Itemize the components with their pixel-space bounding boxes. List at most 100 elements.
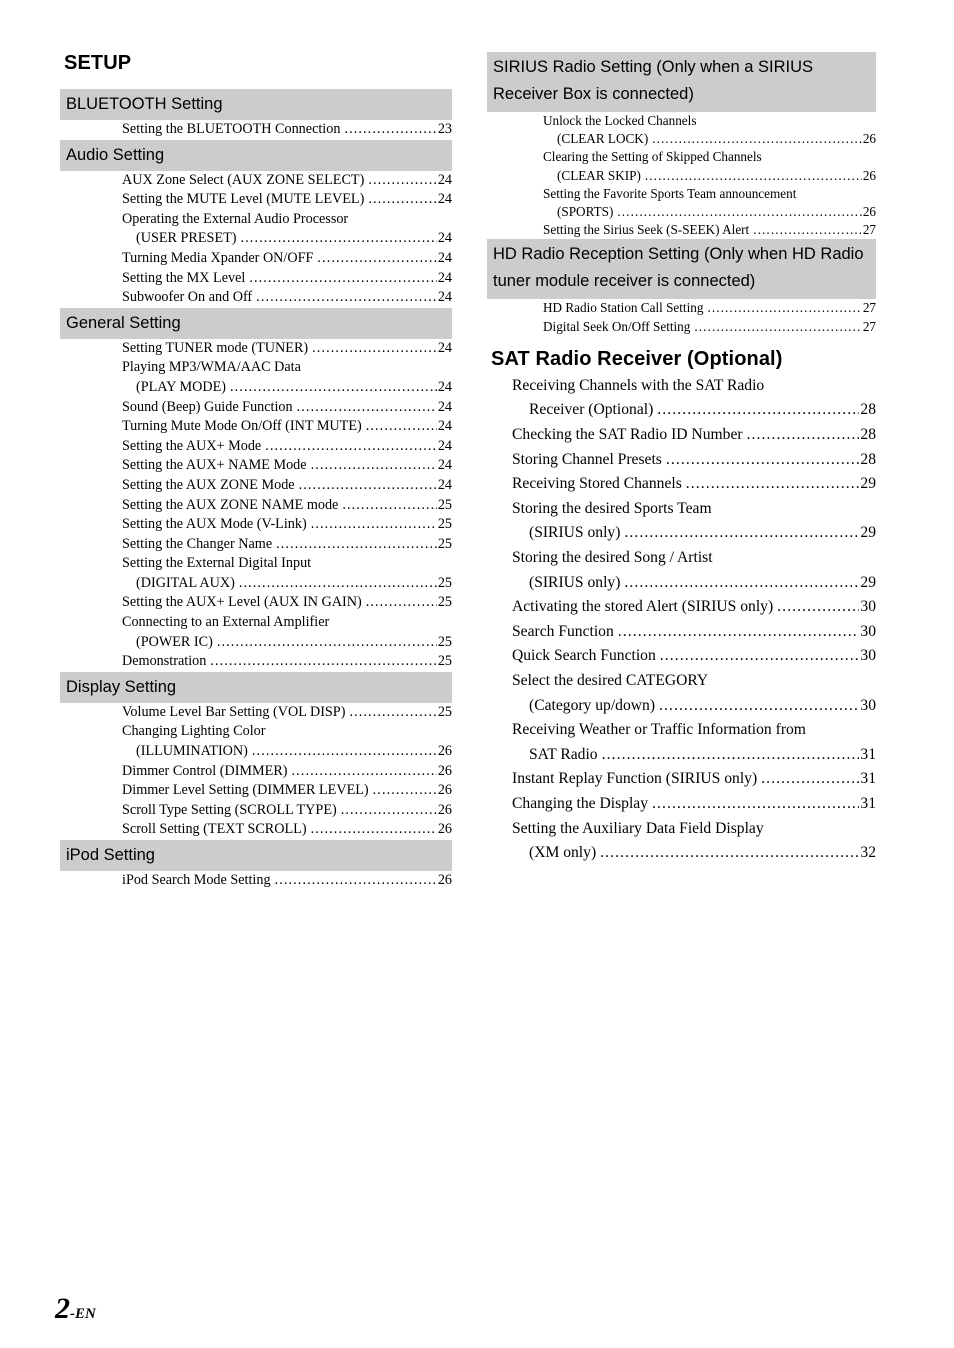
dot-leader bbox=[694, 318, 861, 336]
toc-entry-line-wrap: Receiving Weather or Traffic Information… bbox=[487, 718, 876, 743]
toc-entry-line: (CLEAR LOCK) 26 bbox=[487, 130, 876, 148]
toc-page-number: 28 bbox=[860, 426, 876, 444]
toc-entry-text: (SIRIUS only) bbox=[529, 573, 621, 591]
toc-entry-text: Changing Lighting Color bbox=[122, 723, 266, 740]
toc-page-number: 26 bbox=[437, 782, 452, 799]
toc-entry-line: HD Radio Station Call Setting 27 bbox=[487, 299, 876, 317]
toc-entry-line: SAT Radio 31 bbox=[487, 743, 876, 768]
toc-entry[interactable]: Receiving Stored Channels 29 bbox=[487, 472, 876, 497]
toc-entry[interactable]: Changing Lighting Color (ILLUMINATION) 26 bbox=[60, 722, 452, 761]
toc-entry[interactable]: Setting the AUX+ Level (AUX IN GAIN) 25 bbox=[60, 593, 452, 613]
toc-entry[interactable]: Subwoofer On and Off 24 bbox=[60, 288, 452, 308]
toc-entry[interactable]: Storing the desired Song / Artist (SIRIUS… bbox=[487, 546, 876, 595]
toc-entry-text: (ILLUMINATION) bbox=[136, 743, 248, 760]
toc-entry[interactable]: Demonstration 25 bbox=[60, 652, 452, 672]
dot-leader bbox=[275, 871, 437, 891]
toc-entry-list: Setting TUNER mode (TUNER)24Playing MP3/… bbox=[60, 339, 452, 672]
toc-entry-list: AUX Zone Select (AUX ZONE SELECT)24Setti… bbox=[60, 171, 452, 308]
toc-entry[interactable]: iPod Search Mode Setting 26 bbox=[60, 871, 452, 891]
toc-entry[interactable]: Activating the stored Alert (SIRIUS only… bbox=[487, 595, 876, 620]
toc-entry-line: Quick Search Function 30 bbox=[487, 644, 876, 669]
toc-entry[interactable]: Setting the External Digital Input (DIGIT… bbox=[60, 554, 452, 593]
toc-entry[interactable]: Setting the Changer Name 25 bbox=[60, 535, 452, 555]
toc-entry[interactable]: Changing the Display 31 bbox=[487, 792, 876, 817]
toc-entry[interactable]: HD Radio Station Call Setting 27 bbox=[487, 299, 876, 317]
toc-entry[interactable]: AUX Zone Select (AUX ZONE SELECT) 24 bbox=[60, 171, 452, 191]
dot-leader bbox=[660, 644, 860, 669]
toc-entry-line: Setting the Changer Name 25 bbox=[60, 535, 452, 555]
toc-entry-text: Storing the desired Song / Artist bbox=[512, 548, 713, 566]
toc-entry-line: Storing Channel Presets 28 bbox=[487, 448, 876, 473]
toc-entry[interactable]: Setting the BLUETOOTH Connection 23 bbox=[60, 120, 452, 140]
toc-entry[interactable]: Volume Level Bar Setting (VOL DISP) 25 bbox=[60, 703, 452, 723]
dot-leader bbox=[617, 203, 861, 221]
toc-entry-line-wrap: Clearing the Setting of Skipped Channels bbox=[487, 148, 876, 166]
toc-entry[interactable]: Storing Channel Presets 28 bbox=[487, 448, 876, 473]
toc-entry[interactable]: Turning Media Xpander ON/OFF 24 bbox=[60, 249, 452, 269]
toc-page-number: 31 bbox=[860, 770, 876, 788]
section-heading-band: Audio Setting bbox=[60, 139, 452, 171]
dot-leader bbox=[349, 703, 436, 723]
toc-entry[interactable]: Digital Seek On/Off Setting 27 bbox=[487, 318, 876, 336]
toc-entry-text: Operating the External Audio Processor bbox=[122, 210, 349, 227]
section-heading-band: Display Setting bbox=[60, 671, 452, 703]
toc-entry[interactable]: Turning Mute Mode On/Off (INT MUTE) 24 bbox=[60, 417, 452, 437]
dot-leader bbox=[366, 417, 437, 437]
toc-entry-line: AUX Zone Select (AUX ZONE SELECT) 24 bbox=[60, 171, 452, 191]
toc-entry-line: (USER PRESET) 24 bbox=[60, 229, 452, 249]
toc-entry[interactable]: Scroll Type Setting (SCROLL TYPE) 26 bbox=[60, 801, 452, 821]
toc-entry[interactable]: Unlock the Locked Channels (CLEAR LOCK) 26 bbox=[487, 112, 876, 148]
toc-page-number: 28 bbox=[860, 401, 876, 419]
toc-entry[interactable]: Storing the desired Sports Team (SIRIUS o… bbox=[487, 497, 876, 546]
toc-entry-text: Checking the SAT Radio ID Number bbox=[512, 426, 743, 444]
toc-entry[interactable]: Clearing the Setting of Skipped Channels… bbox=[487, 148, 876, 184]
toc-entry[interactable]: Instant Replay Function (SIRIUS only) 31 bbox=[487, 767, 876, 792]
toc-entry-line: Turning Media Xpander ON/OFF 24 bbox=[60, 249, 452, 269]
toc-page-number: 25 bbox=[437, 516, 452, 533]
toc-entry[interactable]: Search Function 30 bbox=[487, 620, 876, 645]
toc-entry[interactable]: Operating the External Audio Processor (U… bbox=[60, 210, 452, 249]
dot-leader bbox=[311, 820, 437, 840]
toc-page-number: 24 bbox=[437, 249, 452, 266]
toc-entry-line-wrap: Setting the Favorite Sports Team announc… bbox=[487, 185, 876, 203]
toc-entry[interactable]: Scroll Setting (TEXT SCROLL) 26 bbox=[60, 820, 452, 840]
toc-entry[interactable]: Sound (Beep) Guide Function 24 bbox=[60, 398, 452, 418]
toc-entry[interactable]: Setting the Favorite Sports Team announc… bbox=[487, 185, 876, 221]
toc-entry[interactable]: Dimmer Control (DIMMER) 26 bbox=[60, 762, 452, 782]
toc-entry[interactable]: Setting the AUX ZONE NAME mode 25 bbox=[60, 496, 452, 516]
dot-leader bbox=[645, 167, 862, 185]
toc-entry-line: (SIRIUS only) 29 bbox=[487, 521, 876, 546]
toc-entry[interactable]: Receiving Weather or Traffic Information… bbox=[487, 718, 876, 767]
toc-page-number: 24 bbox=[437, 418, 452, 435]
dot-leader bbox=[366, 593, 437, 613]
toc-entry-line: Setting the MUTE Level (MUTE LEVEL) 24 bbox=[60, 190, 452, 210]
toc-entry[interactable]: Setting the MX Level 24 bbox=[60, 269, 452, 289]
toc-entry-text: Changing the Display bbox=[512, 794, 648, 812]
dot-leader bbox=[368, 190, 437, 210]
toc-entry[interactable]: Playing MP3/WMA/AAC Data (PLAY MODE) 24 bbox=[60, 358, 452, 397]
toc-entry[interactable]: Quick Search Function 30 bbox=[487, 644, 876, 669]
toc-entry[interactable]: Checking the SAT Radio ID Number 28 bbox=[487, 423, 876, 448]
toc-entry[interactable]: Setting the AUX Mode (V-Link) 25 bbox=[60, 515, 452, 535]
toc-entry[interactable]: Receiving Channels with the SAT Radio Rec… bbox=[487, 374, 876, 423]
toc-entry-line: Setting the AUX Mode (V-Link) 25 bbox=[60, 515, 452, 535]
toc-entry[interactable]: Setting the Auxiliary Data Field Display… bbox=[487, 817, 876, 866]
toc-entry[interactable]: Select the desired CATEGORY (Category up/… bbox=[487, 669, 876, 718]
toc-entry-line: Dimmer Control (DIMMER) 26 bbox=[60, 762, 452, 782]
toc-entry-text: Receiving Weather or Traffic Information… bbox=[512, 721, 806, 739]
toc-entry-text: AUX Zone Select (AUX ZONE SELECT) bbox=[122, 171, 365, 188]
dot-leader bbox=[753, 221, 862, 239]
toc-entry-text: Digital Seek On/Off Setting bbox=[543, 318, 691, 334]
toc-entry[interactable]: Setting the AUX+ NAME Mode 24 bbox=[60, 456, 452, 476]
toc-entry[interactable]: Setting the MUTE Level (MUTE LEVEL) 24 bbox=[60, 190, 452, 210]
toc-entry[interactable]: Setting the AUX+ Mode 24 bbox=[60, 437, 452, 457]
toc-entry-text: (SIRIUS only) bbox=[529, 524, 621, 542]
toc-entry-line: (DIGITAL AUX) 25 bbox=[60, 574, 452, 594]
toc-entry[interactable]: Dimmer Level Setting (DIMMER LEVEL) 26 bbox=[60, 781, 452, 801]
toc-page-number: 29 bbox=[860, 524, 876, 542]
toc-entry-text: Unlock the Locked Channels bbox=[543, 113, 697, 128]
toc-entry[interactable]: Setting the AUX ZONE Mode 24 bbox=[60, 476, 452, 496]
toc-entry[interactable]: Setting the Sirius Seek (S-SEEK) Alert 27 bbox=[487, 221, 876, 239]
toc-entry[interactable]: Setting TUNER mode (TUNER) 24 bbox=[60, 339, 452, 359]
toc-entry[interactable]: Connecting to an External Amplifier (POWE… bbox=[60, 613, 452, 652]
